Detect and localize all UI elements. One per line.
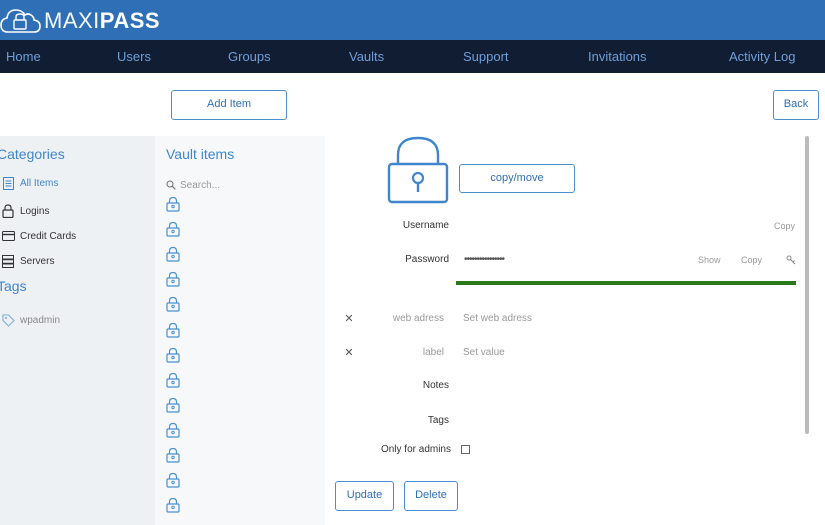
vault-item-lock-icon[interactable] [166, 196, 180, 212]
tag-icon [1, 313, 15, 327]
tags-heading: Tags [0, 278, 27, 294]
app-header: MAXIPASS [0, 0, 825, 40]
vault-search[interactable] [166, 176, 296, 194]
delete-button[interactable]: Delete [404, 481, 458, 511]
key-icon[interactable] [786, 255, 796, 265]
remove-label-button[interactable]: ✕ [344, 346, 354, 359]
vault-items-heading: Vault items [166, 146, 235, 162]
tag-wpadmin[interactable]: wpadmin [0, 310, 155, 330]
vault-item-lock-icon[interactable] [166, 296, 180, 312]
web-address-input[interactable]: Set web adress [463, 313, 532, 324]
vault-item-lock-icon[interactable] [166, 221, 180, 237]
vault-items-panel [155, 136, 325, 525]
username-label: Username [402, 220, 449, 231]
password-strength-bar [456, 281, 796, 285]
username-copy-button[interactable]: Copy [774, 221, 795, 231]
add-item-button[interactable]: Add Item [171, 90, 287, 120]
web-address-label: web adress [392, 313, 444, 324]
document-icon [1, 176, 15, 190]
nav-activity-log[interactable]: Activity Log [729, 40, 795, 73]
server-icon [1, 254, 15, 268]
vault-item-lock-icon[interactable] [166, 322, 180, 338]
password-label: Password [405, 254, 449, 265]
update-button[interactable]: Update [335, 481, 394, 511]
nav-home[interactable]: Home [6, 40, 41, 73]
only-admins-checkbox[interactable] [461, 445, 470, 454]
nav-groups[interactable]: Groups [228, 40, 271, 73]
logo-text-part2: PASS [99, 8, 161, 33]
detail-scrollbar[interactable] [805, 136, 809, 434]
vault-item-lock-icon[interactable] [166, 422, 180, 438]
nav-invitations[interactable]: Invitations [588, 40, 647, 73]
remove-web-address-button[interactable]: ✕ [344, 312, 354, 325]
category-label: All Items [20, 177, 59, 189]
vault-item-lock-icon[interactable] [166, 372, 180, 388]
search-input[interactable] [180, 179, 290, 191]
vault-item-lock-icon[interactable] [166, 497, 180, 513]
cloud-lock-icon [0, 9, 41, 33]
category-label: Servers [20, 255, 55, 267]
nav-users[interactable]: Users [117, 40, 151, 73]
app-logo[interactable]: MAXIPASS [0, 6, 160, 36]
back-button[interactable]: Back [773, 90, 819, 120]
category-label: Logins [20, 205, 50, 217]
app-title: MAXIPASS [44, 8, 160, 34]
vault-item-lock-icon[interactable] [166, 347, 180, 363]
credit-card-icon [1, 229, 15, 243]
logo-text-part1: MAXI [44, 8, 100, 33]
tags-field-label: Tags [427, 415, 449, 426]
only-admins-label: Only for admins [380, 444, 451, 455]
category-servers[interactable]: Servers [0, 251, 155, 271]
vault-item-lock-icon[interactable] [166, 472, 180, 488]
vault-item-lock-icon[interactable] [166, 397, 180, 413]
category-credit-cards[interactable]: Credit Cards [0, 226, 155, 246]
notes-label: Notes [422, 380, 449, 391]
lock-icon [1, 204, 15, 218]
categories-heading: Categories [0, 146, 65, 162]
password-copy-button[interactable]: Copy [741, 255, 762, 265]
category-all-items[interactable]: All Items [0, 173, 155, 193]
tag-label: wpadmin [20, 314, 61, 326]
vault-item-lock-icon[interactable] [166, 246, 180, 262]
vault-item-lock-icon[interactable] [166, 447, 180, 463]
password-value[interactable]: •••••••••••••••• [464, 254, 505, 265]
vault-item-lock-icon[interactable] [166, 271, 180, 287]
category-logins[interactable]: Logins [0, 201, 155, 221]
custom-label-label: label [422, 347, 444, 358]
custom-label-input[interactable]: Set value [463, 347, 505, 358]
password-show-button[interactable]: Show [698, 255, 721, 265]
category-label: Credit Cards [20, 230, 77, 242]
main-nav: Home Users Groups Vaults Support Invitat… [0, 40, 825, 73]
copy-move-button[interactable]: copy/move [459, 164, 575, 193]
search-icon [166, 180, 176, 190]
nav-vaults[interactable]: Vaults [349, 40, 384, 73]
nav-support[interactable]: Support [463, 40, 509, 73]
categories-sidebar [0, 136, 155, 525]
padlock-icon [387, 136, 449, 204]
